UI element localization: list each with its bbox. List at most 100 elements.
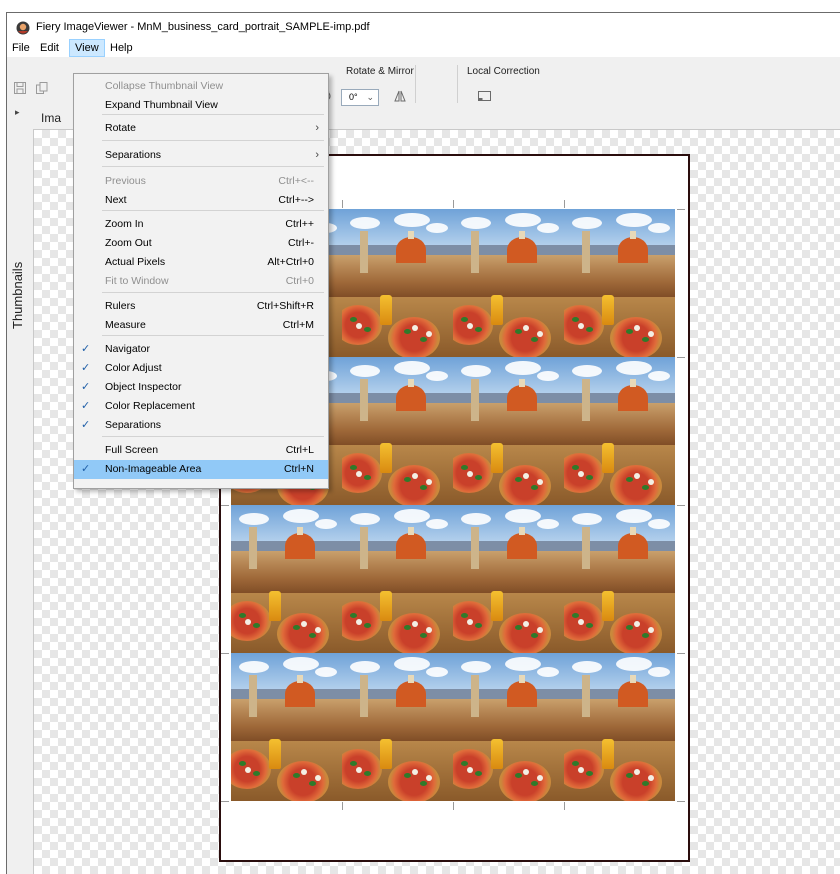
card-art-mozz xyxy=(537,775,543,781)
card-art-bottle xyxy=(602,739,614,769)
card-art-cloud xyxy=(394,361,430,375)
card-art-pizza xyxy=(610,317,662,357)
card-art-mozz xyxy=(523,621,529,627)
card-art-mozz xyxy=(245,767,251,773)
view-menu-item-object-inspector[interactable]: ✓ Object Inspector xyxy=(74,378,328,397)
view-menu-item-full-screen[interactable]: Full Screen Ctrl+L xyxy=(74,441,328,460)
card-art-tower xyxy=(582,231,590,273)
card-art-mozz xyxy=(537,331,543,337)
card-art-cloud xyxy=(461,513,491,525)
card-art-basil xyxy=(239,761,246,766)
card-art-bottle xyxy=(269,739,281,769)
card-art-bottle xyxy=(491,295,503,325)
card-art-mozz xyxy=(634,473,640,479)
card-art-basil xyxy=(420,337,427,342)
card-art-basil xyxy=(642,633,649,638)
expand-arrow-icon[interactable]: ▸ xyxy=(15,107,20,118)
business-card-image xyxy=(453,653,564,801)
card-art-basil xyxy=(642,485,649,490)
card-art-mozz xyxy=(467,767,473,773)
card-art-dome-top xyxy=(630,231,636,239)
menu-edit[interactable]: Edit xyxy=(35,40,64,56)
card-art-cloud xyxy=(648,667,670,677)
save-icon[interactable] xyxy=(13,81,27,95)
menu-view[interactable]: View xyxy=(69,39,105,57)
card-art-basil xyxy=(515,477,522,482)
card-art-dome-top xyxy=(408,379,414,387)
card-art-mozz xyxy=(523,769,529,775)
card-art-cloud xyxy=(572,217,602,229)
card-art-tower xyxy=(360,231,368,273)
menu-item-shortcut: Ctrl+N xyxy=(283,463,314,475)
view-menu-item-expand-thumbnail-view[interactable]: Expand Thumbnail View xyxy=(74,96,328,115)
card-art-cloud xyxy=(426,519,448,529)
copy-icon[interactable] xyxy=(35,81,49,95)
card-art-mozz xyxy=(426,627,432,633)
card-art-cloud xyxy=(394,509,430,523)
card-art-basil xyxy=(309,781,316,786)
card-art-basil xyxy=(475,771,482,776)
crop-mark xyxy=(677,653,685,654)
business-card-image xyxy=(453,505,564,653)
card-art-mozz xyxy=(578,619,584,625)
card-art-basil xyxy=(475,475,482,480)
view-menu-item-zoom-out[interactable]: Zoom Out Ctrl+- xyxy=(74,234,328,253)
card-art-cloud xyxy=(350,217,380,229)
card-art-cloud xyxy=(616,361,652,375)
card-art-basil xyxy=(350,761,357,766)
view-menu-item-previous[interactable]: Previous Ctrl+<-- xyxy=(74,172,328,191)
view-menu-item-rulers[interactable]: Rulers Ctrl+Shift+R xyxy=(74,297,328,316)
chevron-down-icon: ⌄ xyxy=(366,92,374,102)
card-art-dome-top xyxy=(519,527,525,535)
view-menu-item-measure[interactable]: Measure Ctrl+M xyxy=(74,316,328,335)
card-art-basil xyxy=(515,329,522,334)
card-art-cloud xyxy=(537,519,559,529)
image-tab[interactable]: Ima xyxy=(41,111,61,125)
menu-item-label: Object Inspector xyxy=(105,381,182,393)
card-art-dome xyxy=(507,533,537,559)
view-menu-item-next[interactable]: Next Ctrl+--> xyxy=(74,191,328,210)
menu-item-shortcut: Ctrl++ xyxy=(285,218,314,230)
card-art-mozz xyxy=(578,323,584,329)
card-art-basil xyxy=(461,317,468,322)
card-art-basil xyxy=(420,781,427,786)
view-menu-item-actual-pixels[interactable]: Actual Pixels Alt+Ctrl+0 xyxy=(74,253,328,272)
view-menu-item-zoom-in[interactable]: Zoom In Ctrl++ xyxy=(74,215,328,234)
menu-bar: File Edit View Help xyxy=(7,39,840,57)
rotate-angle-select[interactable]: 0° ⌄ xyxy=(341,89,379,106)
view-menu-item-fit-to-window[interactable]: Fit to Window Ctrl+0 xyxy=(74,272,328,291)
menu-help[interactable]: Help xyxy=(105,40,138,56)
card-art-basil xyxy=(475,327,482,332)
view-menu-item-navigator[interactable]: ✓ Navigator xyxy=(74,340,328,359)
menu-file[interactable]: File xyxy=(7,40,35,56)
card-art-pizza xyxy=(388,465,440,505)
view-menu-item-separations[interactable]: Separations › xyxy=(74,146,328,165)
card-art-basil xyxy=(350,465,357,470)
checkmark-icon: ✓ xyxy=(81,419,91,431)
thumbnails-label[interactable]: Thumbnails xyxy=(10,249,30,329)
card-art-dome xyxy=(285,533,315,559)
menu-item-label: Expand Thumbnail View xyxy=(105,99,218,111)
card-art-dome xyxy=(396,681,426,707)
view-menu-item-non-imageable-area[interactable]: ✓ Non-Imageable Area Ctrl+N xyxy=(74,460,328,479)
local-correction-icon[interactable] xyxy=(477,89,493,103)
card-art-dome-top xyxy=(630,675,636,683)
mirror-icon[interactable] xyxy=(393,89,407,103)
view-menu-item-collapse-thumbnail-view[interactable]: Collapse Thumbnail View xyxy=(74,77,328,96)
card-art-cloud xyxy=(648,371,670,381)
menu-separator xyxy=(102,140,324,141)
card-art-mozz xyxy=(356,619,362,625)
card-row xyxy=(231,653,675,801)
card-art-basil xyxy=(404,625,411,630)
card-art-dome-top xyxy=(519,379,525,387)
view-menu-item-color-replacement[interactable]: ✓ Color Replacement xyxy=(74,397,328,416)
card-art-mozz xyxy=(301,769,307,775)
card-art-basil xyxy=(253,771,260,776)
view-menu-item-color-adjust[interactable]: ✓ Color Adjust xyxy=(74,359,328,378)
view-menu-item-separations[interactable]: ✓ Separations xyxy=(74,416,328,435)
local-correction-label: Local Correction xyxy=(467,66,540,77)
menu-item-label: Previous xyxy=(105,175,146,187)
card-art-bottle xyxy=(269,591,281,621)
menu-item-label: Fit to Window xyxy=(105,275,169,287)
view-menu-item-rotate[interactable]: Rotate › xyxy=(74,119,328,138)
